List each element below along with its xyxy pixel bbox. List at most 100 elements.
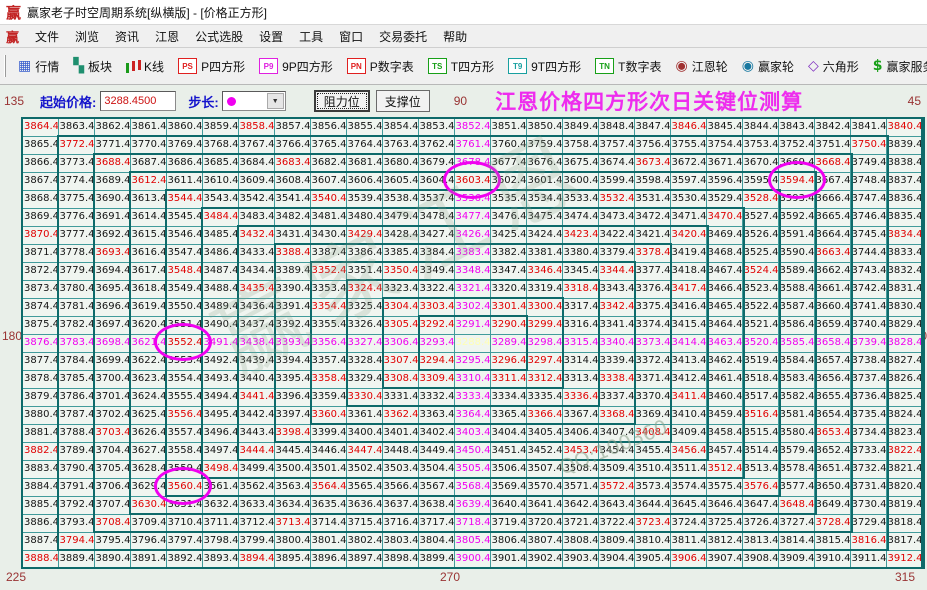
grid-cell: 3336.45 — [562, 388, 598, 406]
grid-cell: 3595.45 — [742, 172, 778, 190]
grid-cell: 3902.45 — [526, 550, 562, 568]
grid-cell: 3787.45 — [58, 406, 94, 424]
grid-cell: 3863.45 — [58, 118, 94, 136]
window-title: 赢家老子时空周期系统[纵横版] - [价格正方形] — [27, 4, 267, 21]
grid-cell: 3338.45 — [598, 370, 634, 388]
grid-cell: 3318.45 — [562, 280, 598, 298]
menu-item-0[interactable]: 文件 — [27, 26, 67, 47]
menu-item-2[interactable]: 资讯 — [107, 26, 147, 47]
menu-item-1[interactable]: 浏览 — [67, 26, 107, 47]
step-combobox[interactable]: ▼ — [222, 91, 286, 111]
menu-item-3[interactable]: 江恩 — [147, 26, 187, 47]
grid-cell: 3603.45 — [454, 172, 490, 190]
combo-dropdown-icon[interactable]: ▼ — [267, 93, 284, 109]
menu-item-8[interactable]: 交易委托 — [371, 26, 435, 47]
grid-cell: 3749.45 — [850, 154, 886, 172]
toolbar-item-7[interactable]: T99T四方形 — [505, 56, 584, 77]
grid-cell: 3830.45 — [886, 298, 922, 316]
grid-cell: 3769.45 — [166, 136, 202, 154]
menu-item-6[interactable]: 工具 — [291, 26, 331, 47]
grid-cell: 3714.45 — [310, 514, 346, 532]
grid-cell: 3627.45 — [130, 442, 166, 460]
grid-cell: 3885.45 — [22, 496, 58, 514]
grid-cell: 3711.45 — [202, 514, 238, 532]
grid-cell: 3523.45 — [742, 280, 778, 298]
grid-cell: 3387.45 — [310, 244, 346, 262]
grid-cell: 3670.45 — [742, 154, 778, 172]
grid-cell: 3634.45 — [274, 496, 310, 514]
grid-cell: 3348.45 — [454, 262, 490, 280]
resistance-button[interactable]: 阻力位 — [314, 90, 370, 112]
grid-cell: 3394.45 — [274, 352, 310, 370]
toolbar-item-6[interactable]: TST四方形 — [425, 56, 497, 77]
grid-cell: 3449.45 — [418, 442, 454, 460]
grid-cell: 3484.45 — [202, 208, 238, 226]
toolbar-item-11[interactable]: ◇六角形 — [805, 56, 862, 77]
grid-cell: 3305.45 — [382, 316, 418, 334]
grid-cell: 3353.45 — [310, 280, 346, 298]
grid-cell: 3409.45 — [670, 424, 706, 442]
grid-cell: 3600.45 — [562, 172, 598, 190]
toolbar-item-5[interactable]: PNP数字表 — [344, 56, 417, 77]
menu-item-7[interactable]: 窗口 — [331, 26, 371, 47]
toolbar-item-10[interactable]: ◉赢家轮 — [739, 56, 797, 77]
grid-cell: 3365.45 — [490, 406, 526, 424]
toolbar-item-12[interactable]: $赢家服务 — [870, 56, 927, 77]
grid-cell: 3874.45 — [22, 298, 58, 316]
toolbar-item-1[interactable]: ▚板块 — [70, 56, 115, 77]
grid-cell: 3326.45 — [346, 316, 382, 334]
grid-cell: 3653.45 — [814, 424, 850, 442]
grid-cell: 3768.45 — [202, 136, 238, 154]
grid-cell: 3400.45 — [346, 424, 382, 442]
grid-cell: 3599.45 — [598, 172, 634, 190]
grid-cell: 3794.45 — [58, 532, 94, 550]
toolbar-item-0[interactable]: ▦行情 — [15, 56, 62, 77]
grid-cell: 3743.45 — [850, 262, 886, 280]
grid-cell: 3694.45 — [94, 262, 130, 280]
p9-square-icon: P9 — [259, 58, 278, 74]
grid-cell: 3563.45 — [274, 478, 310, 496]
toolbar-item-3[interactable]: PSP四方形 — [175, 56, 248, 77]
grid-cell: 3374.45 — [634, 316, 670, 334]
grid-cell: 3580.45 — [778, 424, 814, 442]
grid-cell: 3783.45 — [58, 334, 94, 352]
menu-item-5[interactable]: 设置 — [251, 26, 291, 47]
grid-cell: 3824.45 — [886, 406, 922, 424]
hexagon-icon: ◇ — [808, 59, 819, 73]
menu-item-4[interactable]: 公式选股 — [187, 26, 251, 47]
grid-cell: 3815.45 — [814, 532, 850, 550]
market-grid-icon: ▦ — [18, 59, 31, 73]
start-price-input[interactable]: 3288.4500 — [100, 91, 176, 111]
grid-cell: 3677.45 — [490, 154, 526, 172]
grid-cell: 3679.45 — [418, 154, 454, 172]
grid-cell: 3766.45 — [274, 136, 310, 154]
grid-cell: 3391.45 — [274, 298, 310, 316]
grid-cell: 3329.45 — [346, 370, 382, 388]
grid-cell: 3487.45 — [202, 262, 238, 280]
grid-cell: 3312.45 — [526, 370, 562, 388]
toolbar-item-8[interactable]: TNT数字表 — [592, 56, 664, 77]
support-button[interactable]: 支撑位 — [376, 90, 430, 112]
grid-cell: 3308.45 — [382, 370, 418, 388]
menu-item-9[interactable]: 帮助 — [435, 26, 475, 47]
grid-cell: 3497.45 — [202, 442, 238, 460]
grid-cell: 3736.45 — [850, 388, 886, 406]
grid-cell: 3737.45 — [850, 370, 886, 388]
grid-cell: 3609.45 — [238, 172, 274, 190]
toolbar-item-2[interactable]: K线 — [123, 56, 167, 77]
toolbar-grip[interactable] — [4, 55, 6, 77]
grid-cell: 3876.45 — [22, 334, 58, 352]
toolbar-item-4[interactable]: P99P四方形 — [256, 56, 336, 77]
toolbar-item-9[interactable]: ◉江恩轮 — [672, 56, 730, 77]
grid-cell: 3686.45 — [166, 154, 202, 172]
grid-cell: 3791.45 — [58, 478, 94, 496]
grid-cell: 3493.45 — [202, 370, 238, 388]
grid-cell: 3635.45 — [310, 496, 346, 514]
grid-cell: 3366.45 — [526, 406, 562, 424]
grid-cell: 3681.45 — [346, 154, 382, 172]
grid-cell: 3567.45 — [418, 478, 454, 496]
grid-cell: 3663.45 — [814, 244, 850, 262]
grid-cell: 3597.45 — [670, 172, 706, 190]
grid-cell: 3841.45 — [850, 118, 886, 136]
grid-cell: 3662.45 — [814, 262, 850, 280]
